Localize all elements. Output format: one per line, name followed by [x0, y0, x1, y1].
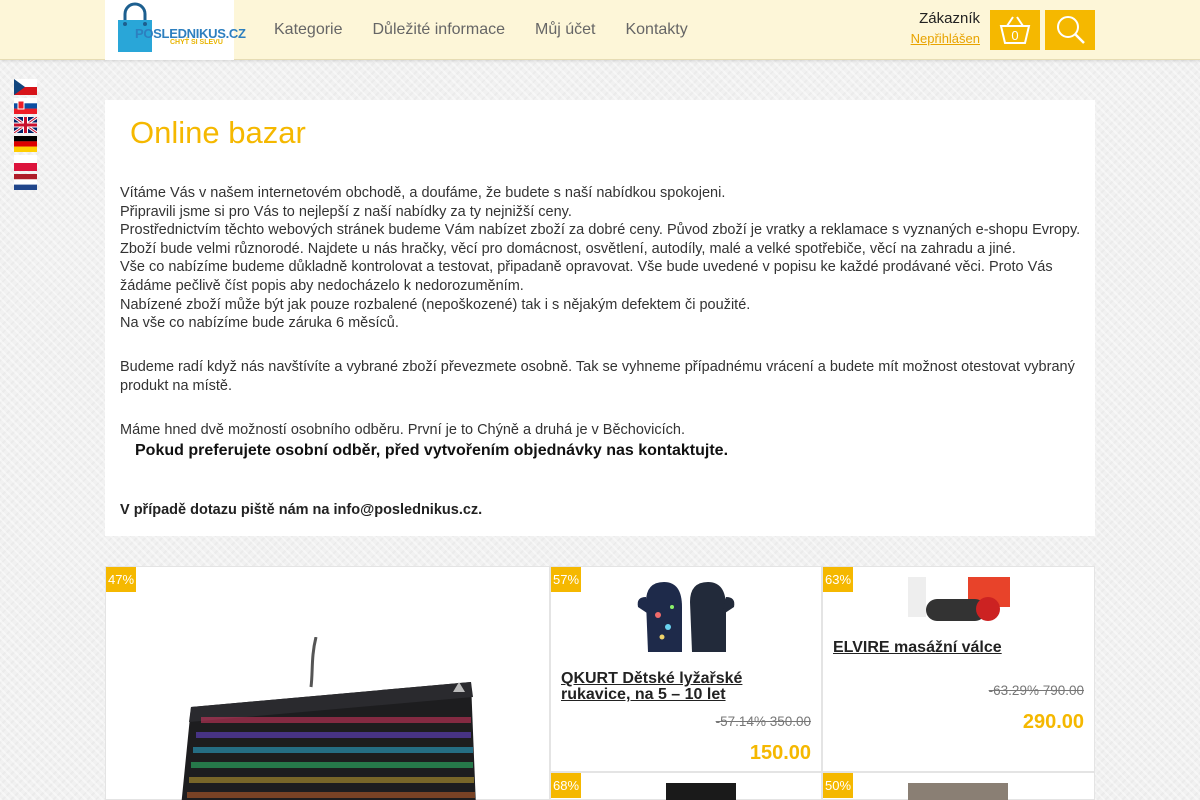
old-price: -57.14% 350.00 — [715, 714, 811, 729]
search-icon — [1057, 16, 1085, 44]
flag-sk-icon[interactable] — [14, 98, 37, 114]
nav-kategorie[interactable]: Kategorie — [274, 21, 343, 39]
login-status-link[interactable]: Nepřihlášen — [911, 31, 980, 46]
discount-badge: 57% — [551, 567, 581, 592]
product-card[interactable]: 63% ELVIRE masážní válce -63.29% 790.00 … — [822, 566, 1095, 772]
language-flags — [14, 79, 37, 193]
nav-kontakty[interactable]: Kontakty — [625, 21, 687, 39]
logo-tagline: CHYŤ SI SLEVU — [170, 39, 223, 46]
massage-roller-image — [908, 577, 1010, 621]
intro-line: Vše co nabízíme budeme důkladně kontrolo… — [120, 259, 1053, 294]
search-button[interactable] — [1045, 10, 1095, 50]
contact-note: V případě dotazu piště nám na info@posle… — [120, 502, 483, 518]
intro-paragraphs: Vítáme Vás v našem internetovém obchodě,… — [120, 184, 1085, 333]
flag-cz-icon[interactable] — [14, 79, 37, 95]
main-nav: Kategorie Důležité informace Můj účet Ko… — [274, 21, 718, 39]
discount-badge: 50% — [823, 773, 853, 798]
product-card[interactable]: 68% — [550, 772, 822, 800]
pickup-note: Pokud preferujete osobní odběr, před vyt… — [135, 442, 729, 459]
intro-line: Připravili jsme si pro Vás to nejlepší z… — [120, 203, 572, 220]
nav-dulezite-informace[interactable]: Důležité informace — [373, 21, 506, 39]
product-card[interactable]: 57% QKURT Dětské lyžařské rukavice, na 5… — [550, 566, 822, 772]
current-price: 290.00 — [1022, 711, 1084, 733]
discount-badge: 47% — [106, 567, 136, 592]
intro-section: Online bazar Vítáme Vás v našem internet… — [105, 100, 1095, 536]
pickup-paragraph: Máme hned dvě možností osobního odběru. … — [120, 421, 1085, 440]
discount-badge: 63% — [823, 567, 853, 592]
customer-box: Zákazník Nepřihlášen — [911, 10, 980, 46]
flag-nl-icon[interactable] — [14, 174, 37, 190]
intro-line: Na vše co nabízíme bude záruka 6 měsíců. — [120, 315, 399, 332]
nav-muj-ucet[interactable]: Můj účet — [535, 21, 595, 39]
current-price: 150.00 — [749, 742, 811, 764]
visit-paragraph: Budeme radí když nás navštívíte a vybran… — [120, 358, 1085, 395]
product-title-link[interactable]: ELVIRE masážní válce — [833, 640, 1083, 656]
intro-line: Vítáme Vás v našem internetovém obchodě,… — [120, 185, 726, 201]
product-grid: 47% 57% QKURT Dětské lyžařské rukavice, … — [105, 566, 1095, 800]
site-header: POSLEDNIKUS.CZ CHYŤ SI SLEVU Kategorie D… — [0, 0, 1200, 60]
cart-count: 0 — [1011, 28, 1019, 43]
gloves-image — [637, 582, 735, 652]
product-card[interactable]: 50% — [822, 772, 1095, 800]
site-logo[interactable]: POSLEDNIKUS.CZ CHYŤ SI SLEVU — [105, 0, 246, 60]
intro-line: Prostřednictvím těchto webových stránek … — [120, 222, 1081, 239]
keyboard-image — [181, 637, 476, 800]
customer-label: Zákazník — [919, 10, 980, 27]
flag-gb-icon[interactable] — [14, 117, 37, 133]
old-price: -63.29% 790.00 — [988, 683, 1084, 698]
flag-de-icon[interactable] — [14, 136, 37, 152]
intro-line: Nabízené zboží může být jak pouze rozbal… — [120, 296, 751, 313]
page-title: Online bazar — [130, 115, 306, 150]
visit-text: Budeme radí když nás navštívíte a vybran… — [120, 359, 1075, 394]
intro-line: Zboží bude velmi různorodé. Najdete u ná… — [120, 240, 1016, 257]
product-card[interactable]: 47% — [105, 566, 550, 800]
product-image — [908, 783, 1008, 800]
product-image — [666, 783, 736, 800]
product-title-link[interactable]: QKURT Dětské lyžařské rukavice, na 5 – 1… — [561, 671, 791, 703]
flag-pl-icon[interactable] — [14, 155, 37, 171]
discount-badge: 68% — [551, 773, 581, 798]
cart-button[interactable]: 0 — [990, 10, 1040, 50]
pickup-text: Máme hned dvě možností osobního odběru. … — [120, 422, 686, 438]
